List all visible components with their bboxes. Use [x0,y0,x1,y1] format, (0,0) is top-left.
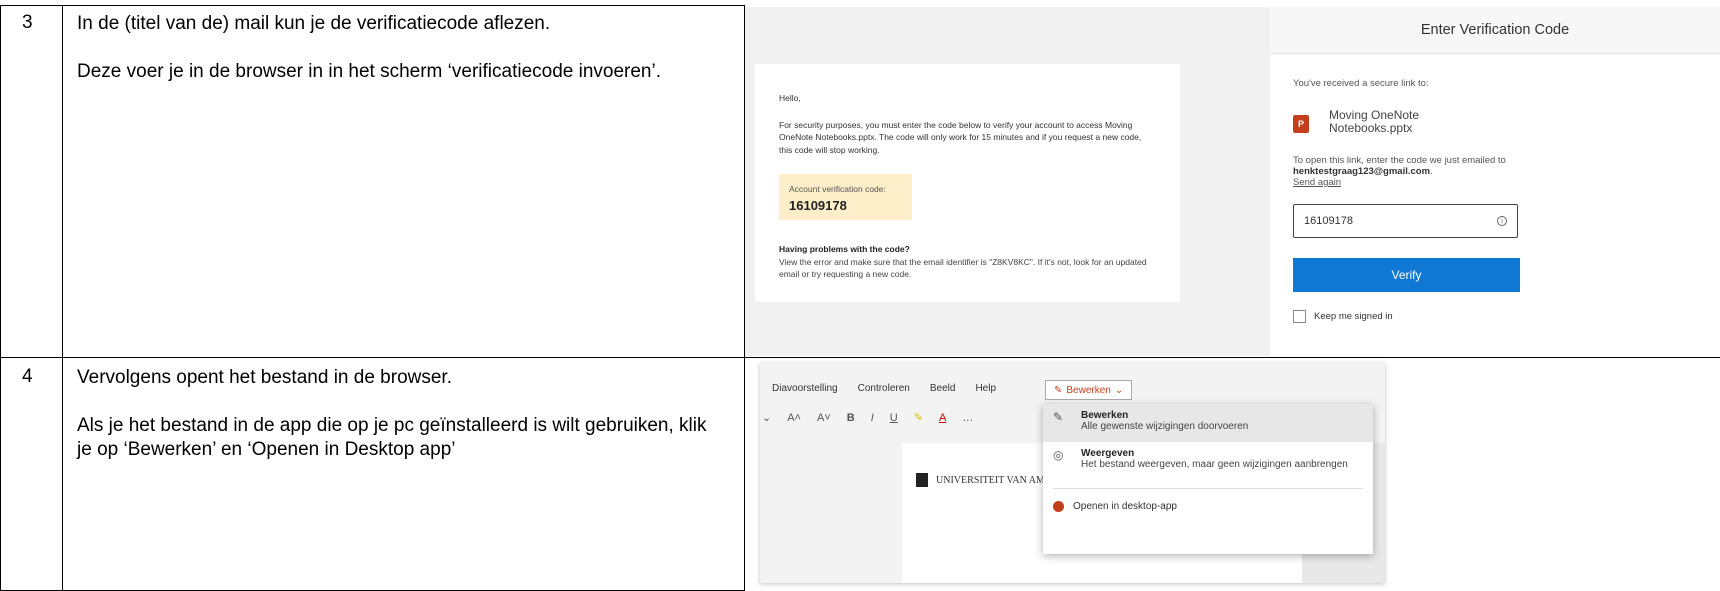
menu-item-title: Weergeven [1081,448,1135,459]
code-value: 16109178 [789,197,847,213]
email-greeting: Hello, [779,93,801,103]
verification-code-input[interactable]: 16109178 i [1293,204,1518,238]
verification-email: Hello, For security purposes, you must e… [755,64,1180,302]
open-prefix: To open this link, enter the code we jus… [1293,155,1506,166]
grow-font-button[interactable]: A˄ [787,412,801,424]
code-label: Account verification code: [789,184,886,194]
powerpoint-icon: P [1293,115,1309,133]
menu-item-desc: Het bestand weergeven, maar geen wijzigi… [1081,459,1348,470]
uva-logo-text: UNIVERSITEIT VAN AMST [936,474,1057,486]
verify-button[interactable]: Verify [1293,258,1520,292]
step-text: In de (titel van de) mail kun je de veri… [77,12,717,108]
highlight-icon[interactable]: ✎ [914,411,923,424]
menu-separator [1053,488,1363,489]
menu-item-weergeven[interactable]: ◎ Weergeven Het bestand weergeven, maar … [1043,442,1373,480]
underline-button[interactable]: U [890,412,898,424]
tab-controleren[interactable]: Controleren [858,383,910,394]
menu-item-title: Bewerken [1081,410,1129,421]
code-input-value: 16109178 [1304,215,1353,227]
file-row: P Moving OneNote Notebooks.pptx [1293,109,1696,135]
powerpoint-icon [1053,501,1064,512]
keep-signed-in[interactable]: Keep me signed in [1293,310,1696,323]
step-text: Vervolgens opent het bestand in de brows… [77,366,717,486]
table-column-divider [62,5,63,591]
open-instructions: To open this link, enter the code we jus… [1293,155,1523,188]
more-button[interactable]: … [962,412,973,424]
step-paragraph: In de (titel van de) mail kun je de veri… [77,13,551,34]
step-number: 3 [22,12,33,33]
chevron-down-icon: ⌄ [1114,384,1124,396]
problem-text: View the error and make sure that the em… [779,256,1147,280]
bewerken-menu: ✎ Bewerken Alle gewenste wijzigingen doo… [1043,404,1373,554]
pencil-icon: ✎ [1054,384,1063,396]
tab-beeld[interactable]: Beeld [930,383,956,394]
menu-item-open-desktop[interactable]: Openen in desktop-app [1043,497,1373,516]
verify-panel: Enter Verification Code You've received … [1270,7,1720,356]
table-row-divider [0,357,1720,358]
bewerken-label: Bewerken [1066,384,1111,396]
email-body: For security purposes, you must enter th… [779,119,1142,155]
step-paragraph: Deze voer je in de browser in in het sch… [77,61,661,82]
shrink-font-button[interactable]: A˅ [817,412,831,424]
glasses-icon: ◎ [1053,448,1064,462]
formatting-toolbar: ⌄ A˄ A˅ B I U ✎ A … [760,411,989,425]
code-box: Account verification code: 16109178 [779,174,912,220]
step-number: 4 [22,366,33,387]
pencil-icon: ✎ [1053,410,1064,424]
keep-signed-in-checkbox[interactable] [1293,310,1306,323]
open-desktop-label: Openen in desktop-app [1073,501,1177,512]
keep-signed-in-label: Keep me signed in [1314,311,1393,322]
table-border-left [0,5,1,591]
chevron-down-icon[interactable]: ⌄ [762,411,771,424]
info-icon[interactable]: i [1497,216,1507,226]
italic-button[interactable]: I [871,412,874,424]
bewerken-dropdown-button[interactable]: ✎ Bewerken ⌄ [1045,380,1133,400]
table-border-top [0,5,745,6]
recipient-email: henktestgraag123@gmail.com [1293,166,1431,177]
ribbon-tabs: Diavoorstelling Controleren Beeld Help [772,383,1016,394]
verify-title: Enter Verification Code [1270,7,1720,54]
font-color-icon[interactable]: A [939,412,946,424]
tab-diavoorstelling[interactable]: Diavoorstelling [772,383,838,394]
step-paragraph: Als je het bestand in de app die op je p… [77,415,707,460]
received-text: You've received a secure link to: [1293,78,1429,89]
step-paragraph: Vervolgens opent het bestand in de brows… [77,367,452,388]
bold-button[interactable]: B [847,412,855,424]
verification-screenshot: Hello, For security purposes, you must e… [745,7,1720,356]
uva-seal-icon [916,473,928,487]
menu-item-bewerken[interactable]: ✎ Bewerken Alle gewenste wijzigingen doo… [1043,404,1373,442]
file-name: Moving OneNote Notebooks.pptx [1329,108,1420,135]
menu-item-desc: Alle gewenste wijzigingen doorvoeren [1081,421,1249,432]
ribbon-screenshot: Diavoorstelling Controleren Beeld Help ✎… [760,363,1385,583]
send-again-link[interactable]: Send again [1293,177,1523,188]
uva-logo: UNIVERSITEIT VAN AMST [916,473,1057,487]
problem-title: Having problems with the code? [779,244,910,254]
open-suffix: . [1430,166,1433,177]
tab-help[interactable]: Help [975,383,996,394]
